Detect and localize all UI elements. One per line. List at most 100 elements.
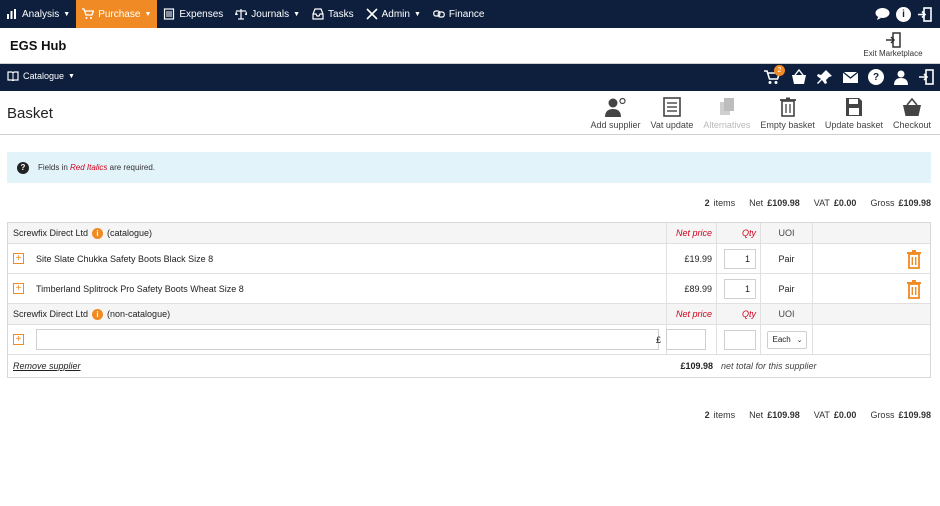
nav-tasks[interactable]: Tasks [306, 0, 360, 28]
exit-marketplace-button[interactable]: Exit Marketplace [858, 32, 928, 58]
basket-summary-top: 2 items Net £109.98 VAT £0.00 Gross £109.98 [705, 198, 931, 208]
new-item-actions [813, 325, 930, 354]
basket-icon[interactable] [790, 68, 808, 86]
item-description-cell: + Site Slate Chukka Safety Boots Black S… [8, 244, 667, 273]
mail-icon[interactable] [842, 70, 859, 84]
checkout-button[interactable]: Checkout [888, 97, 936, 130]
trash-icon[interactable] [906, 249, 922, 269]
inbox-icon [312, 8, 324, 20]
vat-total: VAT £0.00 [813, 198, 857, 208]
chevron-down-icon: ▼ [144, 10, 152, 18]
nav-admin[interactable]: Admin ▼ [360, 0, 427, 28]
logout-icon[interactable] [917, 6, 932, 22]
item-description: Timberland Splitrock Pro Safety Boots Wh… [36, 283, 244, 294]
remove-supplier-link[interactable]: Remove supplier [13, 361, 81, 371]
net-total: Net £109.98 [749, 410, 800, 420]
save-icon [845, 98, 862, 116]
pin-icon[interactable] [817, 69, 833, 85]
info-icon[interactable]: i [896, 6, 911, 22]
exit-marketplace-label: Exit Marketplace [863, 49, 923, 58]
add-supplier-label: Add supplier [590, 120, 641, 130]
net-total: Net £109.98 [749, 198, 800, 208]
basket-toolbar: Basket Add supplier Vat update Alternati… [0, 91, 940, 135]
nav-tasks-label: Tasks [328, 8, 354, 20]
add-user-icon [605, 97, 627, 117]
required-fields-notice: ? Fields in Red Italics are required. [7, 152, 931, 183]
expand-icon[interactable]: + [13, 334, 24, 345]
nav-purchase[interactable]: Purchase ▼ [76, 0, 158, 28]
help-icon[interactable]: ? [868, 69, 884, 85]
items-count: 2 items [704, 410, 736, 420]
nav-finance[interactable]: Finance [427, 0, 491, 28]
price-input[interactable] [666, 329, 707, 350]
qty-input[interactable]: 1 [724, 248, 756, 269]
nav-journals[interactable]: Journals ▼ [229, 0, 306, 28]
scales-icon [235, 9, 248, 20]
vat-update-button[interactable]: Vat update [645, 97, 698, 130]
qty-input[interactable]: 1 [724, 278, 756, 299]
update-basket-label: Update basket [824, 120, 883, 130]
trash-icon[interactable] [906, 279, 922, 299]
uoi-header: UOI [761, 223, 813, 243]
add-supplier-button[interactable]: Add supplier [585, 97, 645, 130]
item-description: Site Slate Chukka Safety Boots Black Siz… [36, 253, 214, 264]
qty-header: Qty [717, 223, 761, 243]
qty-input[interactable] [724, 329, 756, 350]
item-price: £89.99 [667, 274, 717, 303]
logout-icon[interactable] [918, 69, 934, 85]
exit-icon [886, 32, 901, 48]
new-item-qty-cell [717, 325, 761, 354]
qty-header: Qty [717, 304, 761, 324]
link-icon [433, 10, 445, 18]
item-description-cell: + Timberland Splitrock Pro Safety Boots … [8, 274, 667, 303]
update-basket-button[interactable]: Update basket [820, 97, 888, 130]
chevron-down-icon: ▼ [413, 10, 421, 18]
nav-analysis-label: Analysis [22, 8, 60, 20]
notice-text: Fields in Red Italics are required. [38, 163, 155, 172]
info-icon[interactable]: i [92, 227, 104, 239]
gross-total: Gross £109.98 [870, 198, 931, 208]
supplier-name: Screwfix Direct Ltd i (catalogue) [8, 223, 667, 243]
basket-table: Screwfix Direct Ltd i (catalogue) Net pr… [7, 222, 931, 378]
alternatives-button[interactable]: Alternatives [698, 97, 755, 130]
chevron-down-icon: ⌄ [796, 336, 803, 344]
item-uoi: Pair [761, 244, 813, 273]
item-qty-cell: 1 [717, 244, 761, 273]
nav-expenses-label: Expenses [179, 8, 224, 20]
tools-icon [366, 8, 378, 20]
alternatives-label: Alternatives [703, 120, 751, 130]
user-icon[interactable] [893, 69, 909, 85]
cart-icon [82, 8, 95, 19]
chat-icon[interactable] [875, 7, 890, 21]
nav-purchase-label: Purchase [98, 8, 141, 20]
expand-icon[interactable]: + [13, 253, 24, 264]
remove-supplier-cell: Remove supplier [8, 355, 667, 377]
supplier-footer-row: Remove supplier £109.98 net total for th… [8, 355, 930, 377]
table-row: + Timberland Splitrock Pro Safety Boots … [8, 274, 930, 304]
net-price-header: Net price [667, 304, 717, 324]
description-input[interactable] [36, 329, 659, 350]
cart-button[interactable]: 2 [763, 65, 785, 86]
new-item-description-cell: + [8, 325, 667, 354]
uoi-select[interactable]: Each ⌄ [766, 330, 807, 349]
cart-count-badge: 2 [774, 65, 785, 76]
nav-analysis[interactable]: Analysis ▼ [0, 0, 76, 28]
info-icon[interactable]: i [92, 308, 104, 320]
nav-admin-label: Admin [381, 8, 410, 20]
catalogue-dropdown[interactable]: Catalogue ▼ [7, 71, 75, 81]
actions-header [813, 223, 930, 243]
catalogue-bar: Catalogue ▼ 2 ? [0, 64, 940, 91]
empty-basket-button[interactable]: Empty basket [755, 97, 820, 130]
nav-right-icons: i [875, 6, 940, 22]
basket-summary-bottom: 2 items Net £109.98 VAT £0.00 Gross £109.98 [705, 410, 931, 420]
page-title: Basket [7, 105, 53, 122]
noncat-header-row: Screwfix Direct Ltd i (non-catalogue) Ne… [8, 304, 930, 325]
notice-suffix: are required. [109, 163, 155, 172]
expand-icon[interactable]: + [13, 283, 24, 294]
hub-header: EGS Hub Exit Marketplace [0, 28, 940, 64]
actions-header [813, 304, 930, 324]
currency-symbol: £ [656, 334, 662, 345]
chevron-down-icon: ▼ [68, 72, 75, 80]
nav-expenses[interactable]: Expenses [157, 0, 229, 28]
supplier-net-total: £109.98 [680, 361, 713, 371]
